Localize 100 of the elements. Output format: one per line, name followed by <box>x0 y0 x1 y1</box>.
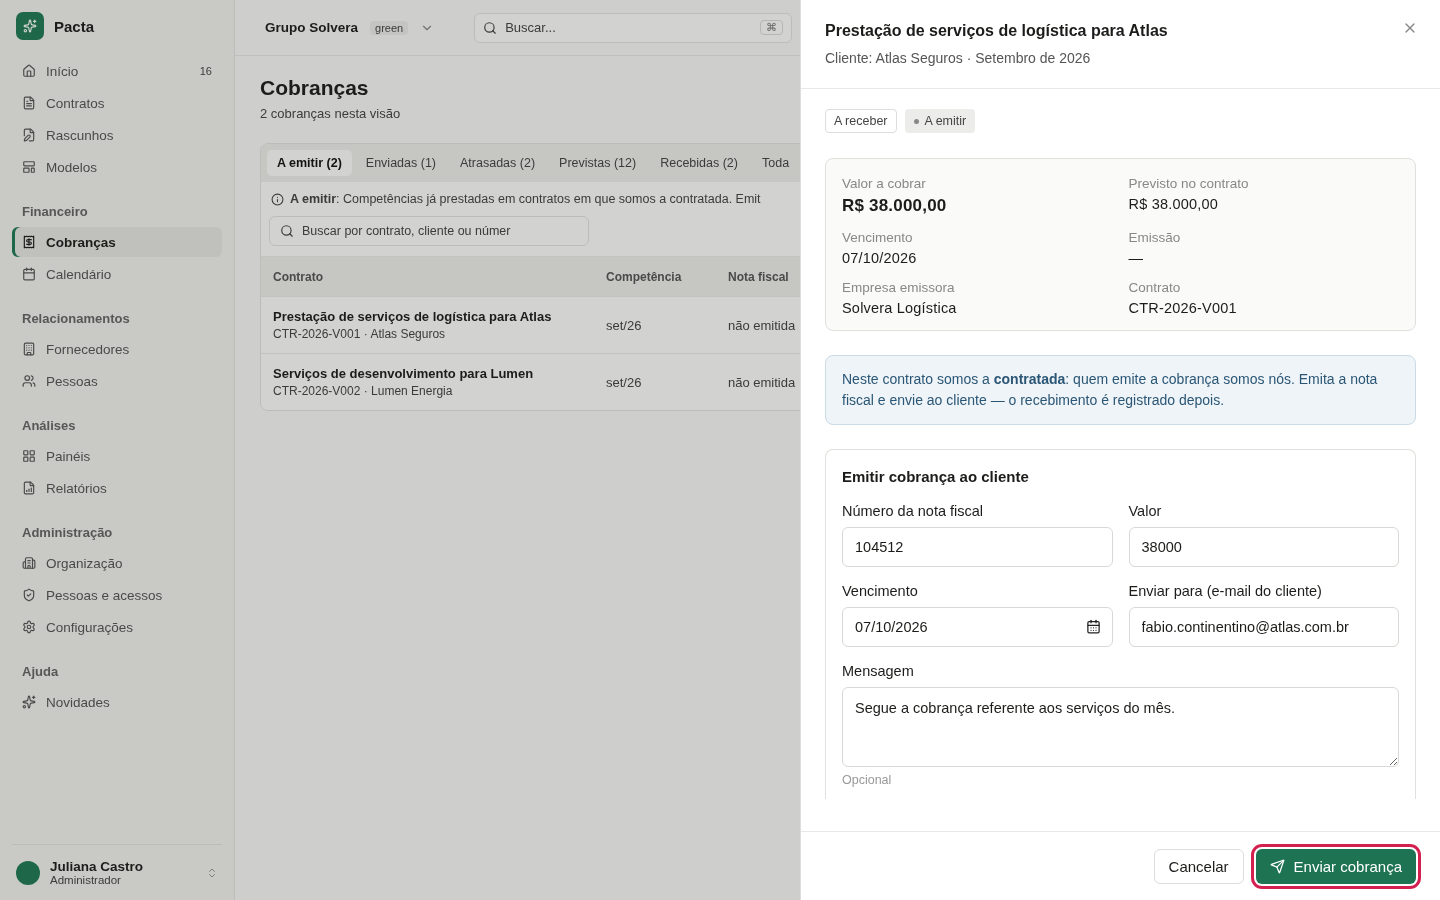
nav-label: Modelos <box>46 159 99 175</box>
column-header[interactable]: Competência <box>606 269 728 284</box>
nav-label: Rascunhos <box>46 127 115 143</box>
nav-icon <box>22 556 36 570</box>
calendar-icon[interactable] <box>1085 619 1101 634</box>
detail-label: Contrato <box>1128 280 1182 295</box>
input-field[interactable]: fabio.continentino@atlas.com.br <box>1128 607 1399 647</box>
page-subtitle: 2 cobranças nesta visão <box>260 106 401 121</box>
nav-icon <box>22 342 36 356</box>
form-title: Emitir cobrança ao cliente <box>842 468 1030 485</box>
section-title: Análises <box>21 417 77 435</box>
nav-item[interactable]: Pessoas e acessos <box>12 580 222 610</box>
table-cell: não emitida <box>728 374 796 390</box>
detail-value: 07/10/2026 <box>842 250 918 266</box>
field-hint: Opcional <box>842 773 893 787</box>
field-label: Número da nota fiscal <box>842 503 985 519</box>
message-field[interactable]: Segue a cobrança referente aos serviços do mês. <box>842 687 1399 767</box>
nav-item[interactable]: Relatórios <box>12 473 222 503</box>
nav-item[interactable]: Cobranças <box>12 227 222 257</box>
nav-label: Relatórios <box>46 480 108 496</box>
nav-item[interactable]: Novidades <box>12 687 222 717</box>
section-title: Ajuda <box>21 663 60 681</box>
nav-item[interactable]: Painéis <box>12 441 222 471</box>
org-name[interactable]: Grupo Solvera <box>265 20 359 35</box>
nav-item[interactable]: Organização <box>12 548 222 578</box>
info-icon <box>271 192 284 206</box>
logo-icon <box>16 12 44 40</box>
section-title: Relacionamentos <box>21 310 131 328</box>
tab[interactable]: Atrasadas (2) <box>450 150 546 176</box>
column-header[interactable]: Contrato <box>273 269 606 284</box>
nav-icon <box>22 64 36 78</box>
nav-label: Pessoas <box>46 373 99 389</box>
detail-label: Valor a cobrar <box>842 176 927 191</box>
shortcut-key: ⌘ <box>760 20 784 35</box>
table-cell: set/26 <box>606 374 642 390</box>
filter-placeholder: Buscar por contrato, cliente ou númer <box>302 224 511 238</box>
cancel-button[interactable]: Cancelar <box>1153 848 1244 884</box>
tab[interactable]: A emitir (2) <box>267 150 352 176</box>
nav-icon <box>22 620 36 634</box>
nav-label: Painéis <box>46 448 92 464</box>
contract-title[interactable]: Serviços de desenvolvimento para Lumen <box>273 366 606 381</box>
nav-item[interactable]: Início 16 <box>12 56 222 86</box>
nav-icon <box>22 128 36 142</box>
detail-label: Vencimento <box>842 230 914 245</box>
filter-field[interactable]: Buscar por contrato, cliente ou númer <box>269 216 589 246</box>
detail-value: R$ 38.000,00 <box>842 196 948 216</box>
nav-item[interactable]: Configurações <box>12 612 222 642</box>
date-field[interactable]: 07/10/2026 <box>842 607 1113 647</box>
nav-item[interactable]: Modelos <box>12 152 222 182</box>
nav-item[interactable]: Fornecedores <box>12 334 222 364</box>
tab[interactable]: Previstas (12) <box>549 150 647 176</box>
drawer-subtitle: Cliente: Atlas Seguros · Setembro de 2026 <box>825 50 1092 66</box>
nav-item[interactable]: Calendário <box>12 259 222 289</box>
nav-icon <box>22 235 36 249</box>
tab[interactable]: Recebidas (2) <box>650 150 748 176</box>
nav-label: Configurações <box>46 619 135 635</box>
field-label: Enviar para (e-mail do cliente) <box>1128 583 1323 599</box>
field-label: Vencimento <box>842 583 919 599</box>
detail-value: — <box>1128 250 1145 266</box>
tab[interactable]: Toda <box>752 150 800 176</box>
nav-icon <box>22 96 36 110</box>
detail-label: Previsto no contrato <box>1128 176 1250 191</box>
nav-item[interactable]: Pessoas <box>12 366 222 396</box>
detail-label: Empresa emissora <box>842 280 956 295</box>
input-field[interactable]: 38000 <box>1128 527 1399 567</box>
org-tag: green <box>370 20 409 35</box>
nav-label: Organização <box>46 555 124 571</box>
user-name: Juliana Castro <box>50 859 144 874</box>
nav-label: Cobranças <box>46 234 117 250</box>
table-cell: não emitida <box>728 317 796 333</box>
contract-subtitle: CTR-2026-V002 · Lumen Energia <box>273 384 454 398</box>
input-field[interactable]: 104512 <box>842 527 1113 567</box>
drawer-title: Prestação de serviços de logística para Atlas <box>825 22 1168 40</box>
nav-item[interactable]: Rascunhos <box>12 120 222 150</box>
detail-label: Emissão <box>1128 230 1182 245</box>
nav-label: Calendário <box>46 266 113 282</box>
tab[interactable]: Enviadas (1) <box>355 150 446 176</box>
search-icon <box>280 224 294 238</box>
field-label: Valor <box>1128 503 1163 519</box>
detail-value: CTR-2026-V001 <box>1128 300 1238 316</box>
section-title: Administração <box>21 524 114 542</box>
notice-text: Neste contrato somos a contratada: quem emite a cobrança somos nós. Emita a nota fiscal e envie ao cliente — o recebimento é registrado depois. <box>825 355 1416 425</box>
brand-name: Pacta <box>54 17 95 35</box>
status-badge: A emitir <box>904 109 976 133</box>
chevrons-icon[interactable] <box>206 866 218 879</box>
nav-label: Novidades <box>46 694 111 710</box>
nav-icon <box>22 695 36 709</box>
detail-value: R$ 38.000,00 <box>1128 196 1219 212</box>
search-placeholder: Buscar... <box>505 20 556 35</box>
nav-item[interactable]: Contratos <box>12 88 222 118</box>
nav-icon <box>22 588 36 602</box>
section-title: Financeiro <box>21 203 89 221</box>
detail-value: Solvera Logística <box>842 300 958 316</box>
search-field[interactable]: Buscar... ⌘ <box>474 12 793 43</box>
status-badge: A receber <box>825 109 897 133</box>
contract-title[interactable]: Prestação de serviços de logística para Atlas <box>273 309 606 324</box>
search-icon <box>483 20 498 35</box>
nav-icon <box>22 160 36 174</box>
avatar <box>16 860 40 885</box>
nav-icon <box>22 267 36 281</box>
